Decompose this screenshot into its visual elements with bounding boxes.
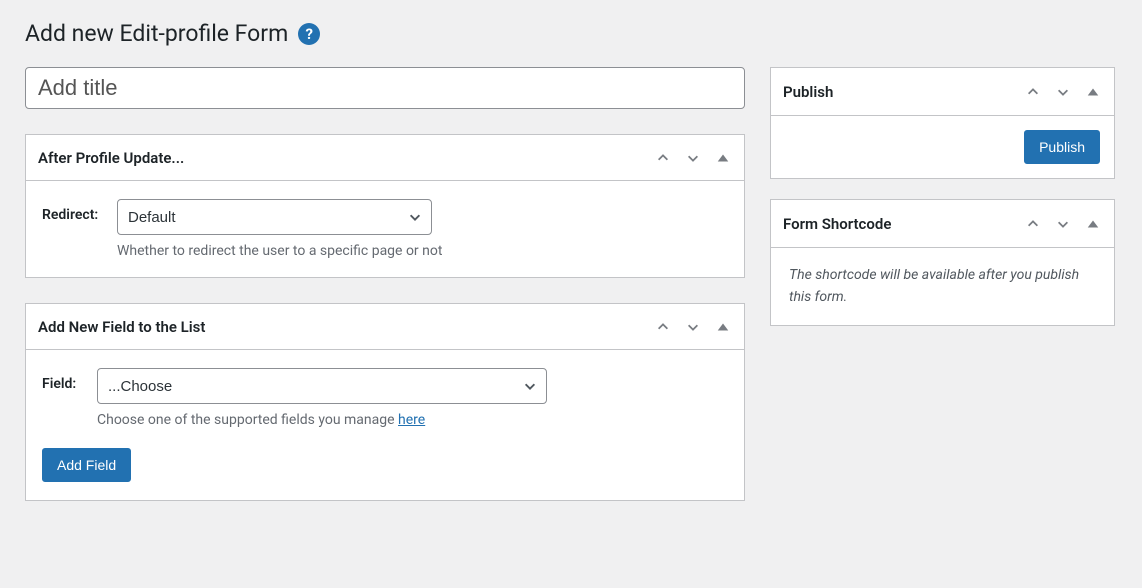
panel-title: Publish — [783, 83, 833, 101]
title-input[interactable] — [25, 67, 745, 109]
panel-title: After Profile Update... — [38, 149, 184, 167]
add-field-button[interactable]: Add Field — [42, 448, 131, 482]
move-up-icon[interactable] — [1024, 215, 1042, 233]
page-title: Add new Edit-profile Form — [25, 20, 288, 47]
move-up-icon[interactable] — [654, 318, 672, 336]
collapse-icon[interactable] — [714, 318, 732, 336]
field-label: Field: — [42, 368, 87, 392]
redirect-label: Redirect: — [42, 199, 107, 223]
collapse-icon[interactable] — [1084, 83, 1102, 101]
move-down-icon[interactable] — [1054, 215, 1072, 233]
panel-publish: Publish Publish — [770, 67, 1115, 179]
help-icon[interactable]: ? — [298, 23, 320, 45]
shortcode-message: The shortcode will be available after yo… — [771, 248, 1114, 325]
field-select[interactable]: ...Choose — [97, 368, 547, 404]
collapse-icon[interactable] — [1084, 215, 1102, 233]
manage-fields-link[interactable]: here — [398, 412, 425, 428]
field-help-text: Choose one of the supported fields you m… — [97, 412, 728, 428]
panel-after-profile-update: After Profile Update... Redirect: — [25, 134, 745, 278]
move-up-icon[interactable] — [1024, 83, 1042, 101]
panel-title: Form Shortcode — [783, 215, 891, 233]
move-up-icon[interactable] — [654, 149, 672, 167]
redirect-select[interactable]: Default — [117, 199, 432, 235]
panel-form-shortcode: Form Shortcode The shortcode will be ava… — [770, 199, 1115, 326]
panel-add-new-field: Add New Field to the List Field: — [25, 303, 745, 501]
collapse-icon[interactable] — [714, 149, 732, 167]
move-down-icon[interactable] — [684, 149, 702, 167]
move-down-icon[interactable] — [684, 318, 702, 336]
panel-title: Add New Field to the List — [38, 318, 205, 336]
redirect-help-text: Whether to redirect the user to a specif… — [117, 243, 728, 259]
publish-button[interactable]: Publish — [1024, 130, 1100, 164]
move-down-icon[interactable] — [1054, 83, 1072, 101]
